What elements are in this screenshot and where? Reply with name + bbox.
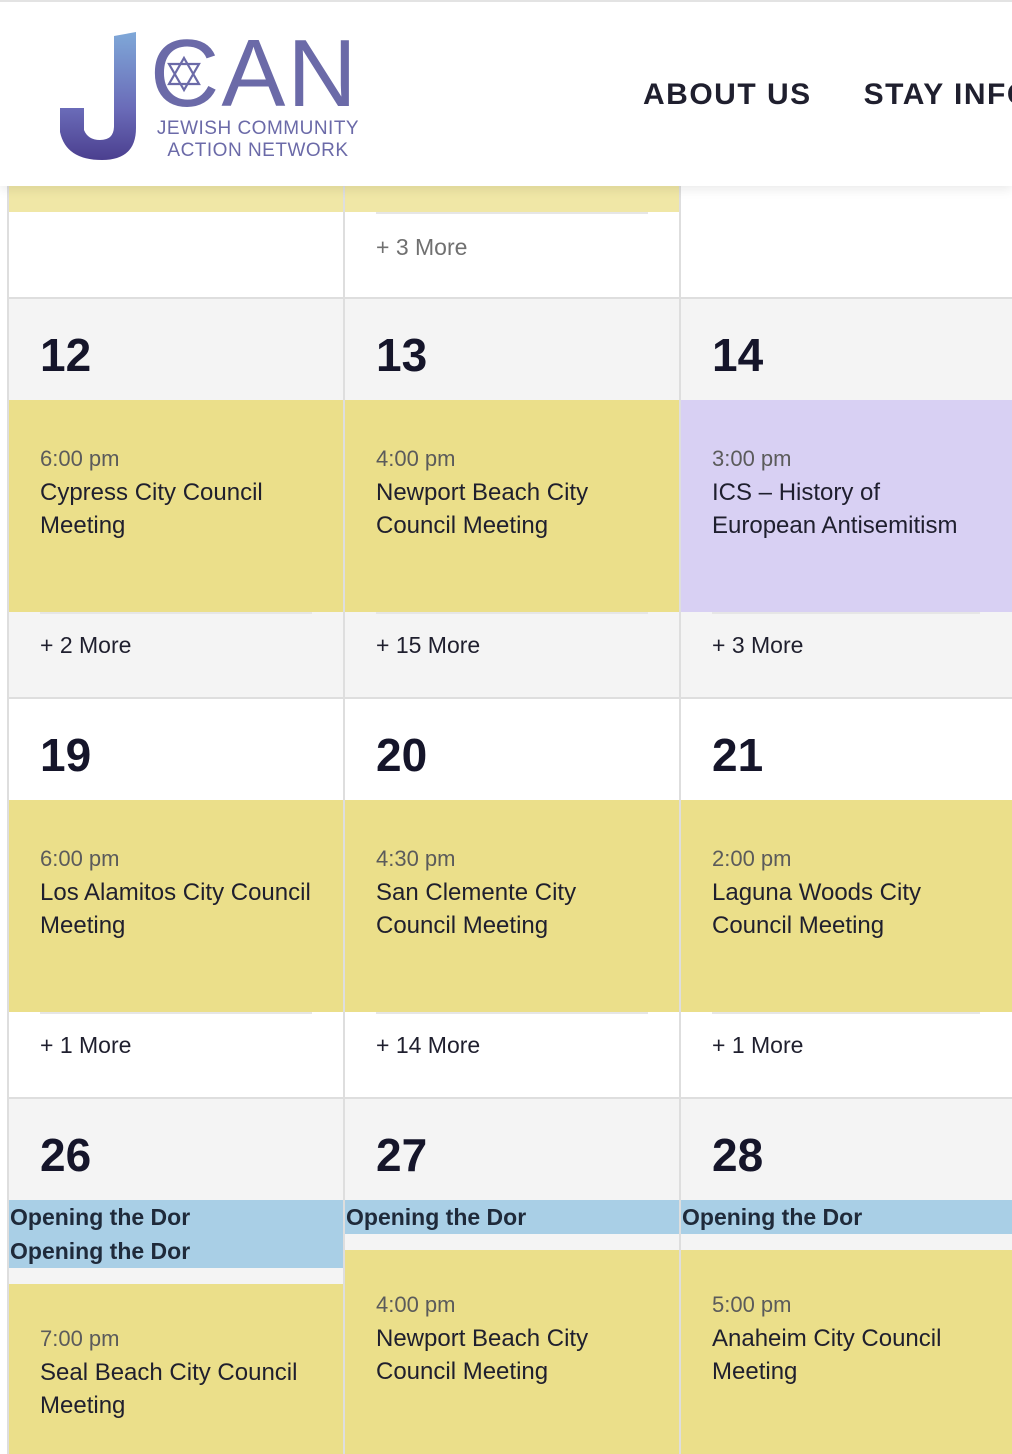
event-time: 6:00 pm: [40, 846, 120, 871]
multi-day-event-banner[interactable]: Opening the Dor Opening the Dor: [8, 1200, 344, 1268]
event-time: 7:00 pm: [40, 1326, 120, 1351]
grid-line: [8, 697, 1012, 699]
multi-day-event-banner[interactable]: Opening the Dor: [344, 1200, 680, 1234]
day-number[interactable]: 20: [376, 728, 427, 782]
logo-subtitle: JEWISH COMMUNITY ACTION NETWORK: [148, 118, 368, 162]
event-title: Anaheim City Council Meeting: [712, 1325, 942, 1385]
logo-j-mark: [60, 32, 136, 160]
more-events-link[interactable]: + 1 More: [712, 1032, 803, 1059]
more-events-link[interactable]: + 3 More: [376, 234, 467, 261]
grid-line: [7, 186, 9, 1454]
divider: [376, 1012, 648, 1014]
grid-line: [679, 186, 681, 1454]
nav-stay-informed[interactable]: STAY INFO: [864, 78, 1012, 112]
calendar-cell: + 3 More: [344, 186, 680, 298]
event-title: Cypress City Council Meeting: [40, 479, 263, 539]
event-title: Laguna Woods City Council Meeting: [712, 879, 922, 939]
more-events-link[interactable]: + 15 More: [376, 632, 480, 659]
event-title: San Clemente City Council Meeting: [376, 879, 577, 939]
grid-line: [8, 297, 1012, 299]
event-time: 4:00 pm: [376, 1292, 456, 1317]
day-cell-20: 20 4:30 pm San Clemente City Council Mee…: [344, 698, 680, 1098]
event-title: ICS – History of European Antisemitism: [712, 479, 958, 539]
site-header: CAN JEWISH COMMUNITY ACTION NETWORK ABOU…: [0, 0, 1012, 186]
event-time: 5:00 pm: [712, 1292, 792, 1317]
day-number[interactable]: 27: [376, 1128, 427, 1182]
banner-title: Opening the Dor: [682, 1204, 863, 1230]
event-time: 2:00 pm: [712, 846, 792, 871]
event-block[interactable]: 2:00 pm Laguna Woods City Council Meetin…: [680, 800, 1012, 1012]
day-cell-27: 27 Opening the Dor 4:00 pm Newport Beach…: [344, 1098, 680, 1454]
banner-title: Opening the Dor: [346, 1204, 527, 1230]
divider: [712, 612, 980, 614]
event-block[interactable]: 4:00 pm Newport Beach City Council Meeti…: [344, 1250, 680, 1454]
divider: [712, 1012, 980, 1014]
divider: [376, 612, 648, 614]
day-number[interactable]: 28: [712, 1128, 763, 1182]
event-time: 3:00 pm: [712, 446, 792, 471]
day-cell-14: 14 3:00 pm ICS – History of European Ant…: [680, 298, 1012, 698]
day-cell-13: 13 4:00 pm Newport Beach City Council Me…: [344, 298, 680, 698]
event-title: Los Alamitos City Council Meeting: [40, 879, 311, 939]
day-cell-21: 21 2:00 pm Laguna Woods City Council Mee…: [680, 698, 1012, 1098]
grid-line: [343, 186, 345, 1454]
day-cell-26: 26 Opening the Dor Opening the Dor 7:00 …: [8, 1098, 344, 1454]
day-number[interactable]: 21: [712, 728, 763, 782]
banner-title: Opening the Dor: [10, 1238, 191, 1264]
event-time: 4:00 pm: [376, 446, 456, 471]
event-title: Newport Beach City Council Meeting: [376, 1325, 589, 1385]
event-title: Newport Beach City Council Meeting: [376, 479, 589, 539]
day-cell-19: 19 6:00 pm Los Alamitos City Council Mee…: [8, 698, 344, 1098]
event-block[interactable]: 7:00 pm Seal Beach City Council Meeting: [8, 1284, 344, 1454]
day-cell-28: 28 Opening the Dor 5:00 pm Anaheim City …: [680, 1098, 1012, 1454]
nav-about-us[interactable]: ABOUT US: [643, 78, 812, 112]
more-events-link[interactable]: + 1 More: [40, 1032, 131, 1059]
calendar-cell: [8, 186, 344, 298]
event-title: Seal Beach City Council Meeting: [40, 1359, 298, 1419]
event-time: 4:30 pm: [376, 846, 456, 871]
jcan-logo[interactable]: CAN JEWISH COMMUNITY ACTION NETWORK: [52, 24, 372, 164]
divider: [40, 612, 312, 614]
event-block[interactable]: 4:00 pm Newport Beach City Council Meeti…: [344, 400, 680, 612]
more-events-link[interactable]: + 2 More: [40, 632, 131, 659]
banner-title: Opening the Dor: [10, 1204, 191, 1230]
day-number[interactable]: 12: [40, 328, 91, 382]
day-number[interactable]: 13: [376, 328, 427, 382]
logo-subtitle-line1: JEWISH COMMUNITY: [156, 118, 360, 139]
event-block[interactable]: 6:00 pm Los Alamitos City Council Meetin…: [8, 800, 344, 1012]
day-number[interactable]: 19: [40, 728, 91, 782]
event-time: 6:00 pm: [40, 446, 120, 471]
event-block[interactable]: 6:00 pm Cypress City Council Meeting: [8, 400, 344, 612]
multi-day-event-banner[interactable]: Opening the Dor: [680, 1200, 1012, 1234]
more-events-link[interactable]: + 3 More: [712, 632, 803, 659]
event-block[interactable]: [8, 186, 344, 212]
event-block[interactable]: [344, 186, 680, 212]
divider: [40, 1012, 312, 1014]
logo-subtitle-line2: ACTION NETWORK: [167, 140, 349, 161]
event-block[interactable]: 3:00 pm ICS – History of European Antise…: [680, 400, 1012, 612]
calendar-cell: [680, 186, 1012, 298]
event-block[interactable]: 5:00 pm Anaheim City Council Meeting: [680, 1250, 1012, 1454]
day-number[interactable]: 14: [712, 328, 763, 382]
calendar-grid: + 3 More 12 6:00 pm Cypress City Council…: [7, 186, 1012, 1454]
main-nav: ABOUT US STAY INFO: [643, 78, 1012, 112]
star-of-david-icon: [167, 55, 201, 93]
divider: [376, 212, 648, 214]
day-number[interactable]: 26: [40, 1128, 91, 1182]
day-cell-12: 12 6:00 pm Cypress City Council Meeting …: [8, 298, 344, 698]
more-events-link[interactable]: + 14 More: [376, 1032, 480, 1059]
event-block[interactable]: 4:30 pm San Clemente City Council Meetin…: [344, 800, 680, 1012]
grid-line: [8, 1097, 1012, 1099]
